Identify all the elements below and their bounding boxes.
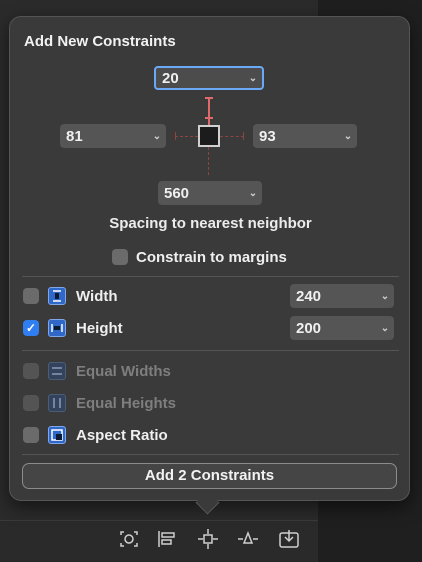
left-spacing-field[interactable]: 81 ⌄ — [60, 124, 166, 148]
chevron-down-icon[interactable]: ⌄ — [376, 291, 394, 302]
embed-in-icon[interactable] — [277, 528, 301, 550]
aspect-ratio-label: Aspect Ratio — [76, 427, 168, 444]
equal-widths-icon — [48, 362, 66, 380]
constrain-margins-label: Constrain to margins — [136, 249, 287, 266]
chevron-down-icon[interactable]: ⌄ — [244, 73, 262, 84]
left-spacing-value: 81 — [66, 127, 83, 145]
left-strut[interactable] — [175, 136, 198, 138]
bottom-spacing-value: 560 — [164, 184, 190, 202]
align-icon[interactable] — [155, 528, 179, 550]
add-constraints-icon[interactable] — [196, 528, 220, 550]
width-constraint-icon — [48, 287, 66, 305]
top-strut[interactable] — [208, 97, 210, 125]
right-strut-cap — [243, 132, 244, 140]
equal-heights-icon — [48, 394, 66, 412]
width-checkbox[interactable] — [23, 288, 39, 304]
bottom-strut[interactable] — [208, 147, 210, 175]
chevron-down-icon[interactable]: ⌄ — [148, 131, 166, 142]
add-constraints-button[interactable]: Add 2 Constraints — [22, 463, 397, 489]
right-strut[interactable] — [220, 136, 244, 138]
constrain-margins-checkbox[interactable] — [112, 249, 128, 265]
equal-heights-checkbox — [23, 395, 39, 411]
chevron-down-icon[interactable]: ⌄ — [339, 131, 357, 142]
chevron-down-icon[interactable]: ⌄ — [376, 323, 394, 334]
height-value: 200 — [296, 319, 322, 337]
spacing-caption: Spacing to nearest neighbor — [109, 215, 312, 232]
height-constraint-icon — [48, 319, 66, 337]
left-strut-cap — [175, 132, 176, 140]
aspect-ratio-icon — [48, 426, 66, 444]
separator — [22, 276, 399, 277]
view-placeholder — [198, 125, 220, 147]
resolve-issues-icon[interactable] — [236, 528, 260, 550]
top-spacing-field[interactable]: 20 ⌄ — [154, 66, 264, 90]
height-label: Height — [76, 320, 123, 337]
update-frames-icon[interactable] — [117, 528, 141, 550]
equal-heights-label: Equal Heights — [76, 395, 177, 412]
popover-title: Add New Constraints — [24, 33, 176, 50]
width-value: 240 — [296, 287, 322, 305]
right-spacing-field[interactable]: 93 ⌄ — [253, 124, 357, 148]
top-spacing-value: 20 — [162, 69, 179, 87]
aspect-ratio-checkbox[interactable] — [23, 427, 39, 443]
width-label: Width — [76, 288, 118, 305]
top-strut-cap-lower — [205, 117, 213, 119]
height-value-field[interactable]: 200 ⌄ — [290, 316, 394, 340]
width-value-field[interactable]: 240 ⌄ — [290, 284, 394, 308]
bottom-spacing-field[interactable]: 560 ⌄ — [158, 181, 262, 205]
equal-widths-checkbox — [23, 363, 39, 379]
separator — [22, 454, 399, 455]
height-checkbox[interactable]: ✓ — [23, 320, 39, 336]
chevron-down-icon[interactable]: ⌄ — [244, 188, 262, 199]
right-spacing-value: 93 — [259, 127, 276, 145]
equal-widths-label: Equal Widths — [76, 363, 171, 380]
add-constraints-popover: Add New Constraints 20 ⌄ 81 ⌄ 93 ⌄ 560 ⌄… — [9, 16, 410, 501]
separator — [22, 350, 399, 351]
